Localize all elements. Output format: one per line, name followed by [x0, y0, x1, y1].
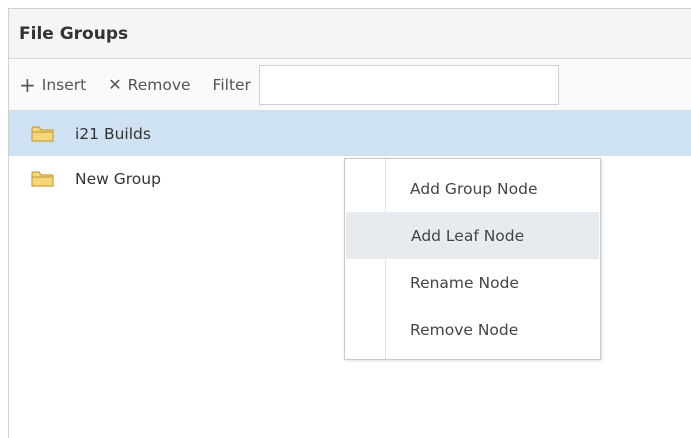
menu-item-label: Add Leaf Node [411, 226, 525, 245]
menu-item-remove-node[interactable]: Remove Node [345, 306, 600, 353]
tree-node-i21-builds[interactable]: i21 Builds [9, 111, 691, 156]
remove-button-label: Remove [127, 75, 191, 94]
menu-item-label: Rename Node [410, 273, 519, 292]
plus-icon: + [19, 72, 36, 97]
panel-header: File Groups [9, 9, 691, 59]
insert-button-label: Insert [41, 75, 87, 94]
menu-item-label: Remove Node [410, 320, 519, 339]
filter-input[interactable] [258, 64, 559, 105]
menu-item-label: Add Group Node [410, 179, 538, 198]
folder-icon [31, 125, 54, 142]
filter-label: Filter [212, 75, 251, 94]
menu-item-add-leaf-node[interactable]: Add Leaf Node [346, 212, 599, 259]
tree-node-label: i21 Builds [75, 124, 151, 143]
panel-title: File Groups [19, 23, 129, 44]
toolbar: + Insert ✕ Remove Filter [9, 59, 691, 111]
folder-icon [31, 170, 54, 187]
menu-item-add-group-node[interactable]: Add Group Node [345, 165, 600, 212]
context-menu: Add Group Node Add Leaf Node Rename Node… [344, 158, 601, 360]
tree-node-label: New Group [75, 169, 161, 188]
insert-button[interactable]: + Insert [19, 75, 86, 95]
remove-button[interactable]: ✕ Remove [108, 76, 190, 94]
close-icon: ✕ [108, 74, 122, 94]
menu-item-rename-node[interactable]: Rename Node [345, 259, 600, 306]
